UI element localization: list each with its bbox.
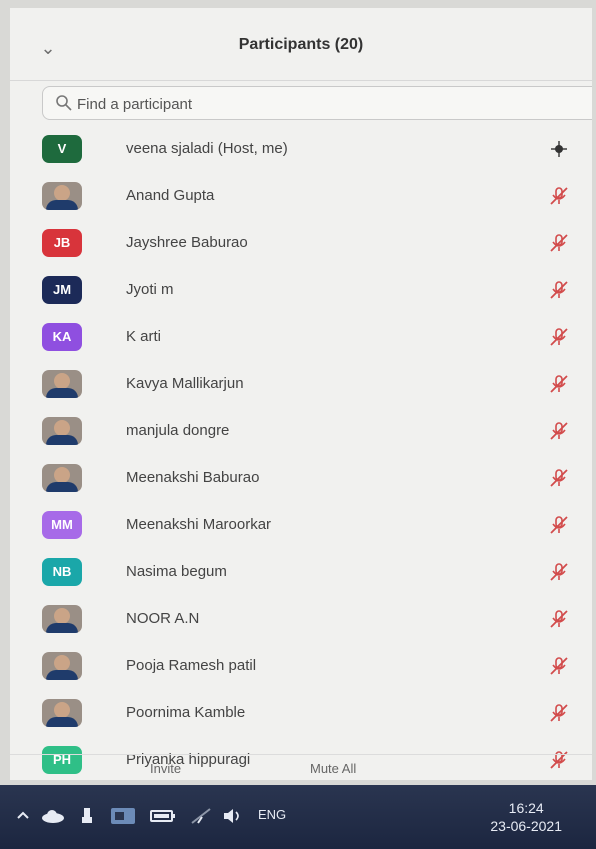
participant-name: Meenakshi Baburao <box>126 469 260 486</box>
mic-muted-icon[interactable] <box>548 373 570 395</box>
participant-row[interactable]: Pooja Ramesh patil <box>10 643 592 690</box>
mic-muted-icon[interactable] <box>548 232 570 254</box>
participant-name: Jayshree Baburao <box>126 234 248 251</box>
search-input[interactable] <box>75 91 579 117</box>
panel-footer: Invite Mute All <box>10 754 592 780</box>
mic-muted-icon[interactable] <box>548 608 570 630</box>
clock-time: 16:24 <box>508 800 544 816</box>
participant-name: Anand Gupta <box>126 187 215 204</box>
search-participant[interactable] <box>42 86 592 120</box>
mic-muted-icon[interactable] <box>548 420 570 442</box>
participant-row[interactable]: Poornima Kamble <box>10 690 592 737</box>
participant-row[interactable]: KA K arti <box>10 314 592 361</box>
invite-button[interactable]: Invite <box>150 761 181 776</box>
participant-row[interactable]: Vveena sjaladi (Host, me) <box>10 126 592 173</box>
clock[interactable]: 16:24 23-06-2021 <box>490 799 562 835</box>
participant-avatar <box>42 370 82 398</box>
cloud-icon[interactable] <box>40 807 66 825</box>
usb-icon[interactable] <box>80 807 94 825</box>
panel-header: ⌄ Participants (20) <box>10 8 592 81</box>
windows-taskbar: ENG 16:24 23-06-2021 <box>0 785 596 849</box>
audio-active-icon[interactable] <box>548 138 570 160</box>
participant-name: Pooja Ramesh patil <box>126 657 257 674</box>
participant-avatar: KA <box>42 323 82 351</box>
participant-row[interactable]: Kavya Mallikarjun <box>10 361 592 408</box>
participant-name: manjula dongre <box>126 422 230 439</box>
participant-avatar <box>42 699 82 727</box>
mic-muted-icon[interactable] <box>548 514 570 536</box>
mic-muted-icon[interactable] <box>548 326 570 348</box>
mic-muted-icon[interactable] <box>548 279 570 301</box>
language-indicator[interactable]: ENG <box>258 807 286 822</box>
participant-name: Nasima begum <box>126 563 227 580</box>
network-icon[interactable] <box>190 807 212 825</box>
participant-avatar <box>42 182 82 210</box>
clock-date: 23-06-2021 <box>490 818 562 834</box>
participant-avatar: JM <box>42 276 82 304</box>
volume-icon[interactable] <box>222 807 244 825</box>
participant-name: Kavya Mallikarjun <box>126 375 244 392</box>
panel-title: Participants (20) <box>238 36 364 53</box>
participant-row[interactable]: manjula dongre <box>10 408 592 455</box>
mic-muted-icon[interactable] <box>548 561 570 583</box>
participant-row[interactable]: NOOR A.N <box>10 596 592 643</box>
participant-row[interactable]: JB Jayshree Baburao <box>10 220 592 267</box>
meet-icon[interactable] <box>110 807 136 825</box>
participants-panel: ⌄ Participants (20) Vveena sjaladi (Host… <box>10 8 592 780</box>
participant-row[interactable]: NB Nasima begum <box>10 549 592 596</box>
search-icon <box>56 95 72 111</box>
participant-avatar: MM <box>42 511 82 539</box>
participant-avatar: NB <box>42 558 82 586</box>
participant-name: NOOR A.N <box>126 610 200 627</box>
participant-avatar: V <box>42 135 82 163</box>
participant-avatar <box>42 605 82 633</box>
participant-name: Poornima Kamble <box>126 704 246 721</box>
participant-row[interactable]: Anand Gupta <box>10 173 592 220</box>
mic-muted-icon[interactable] <box>548 702 570 724</box>
participant-row[interactable]: JM Jyoti m <box>10 267 592 314</box>
participant-list: Vveena sjaladi (Host, me) Anand Gupta JB Ja… <box>10 126 592 780</box>
participant-avatar <box>42 464 82 492</box>
participant-name: Jyoti m <box>126 281 174 298</box>
mic-muted-icon[interactable] <box>548 467 570 489</box>
participant-row[interactable]: Meenakshi Baburao <box>10 455 592 502</box>
participant-avatar: JB <box>42 229 82 257</box>
chevron-up-icon[interactable] <box>16 807 30 825</box>
mic-muted-icon[interactable] <box>548 185 570 207</box>
mute-all-button[interactable]: Mute All <box>310 761 356 776</box>
battery-icon[interactable] <box>150 807 176 825</box>
participant-name: K arti <box>126 328 162 345</box>
participant-name: veena sjaladi (Host, me) <box>126 140 288 157</box>
participant-name: Meenakshi Maroorkar <box>126 516 272 533</box>
participant-avatar <box>42 652 82 680</box>
participant-avatar <box>42 417 82 445</box>
participant-row[interactable]: MM Meenakshi Maroorkar <box>10 502 592 549</box>
mic-muted-icon[interactable] <box>548 655 570 677</box>
